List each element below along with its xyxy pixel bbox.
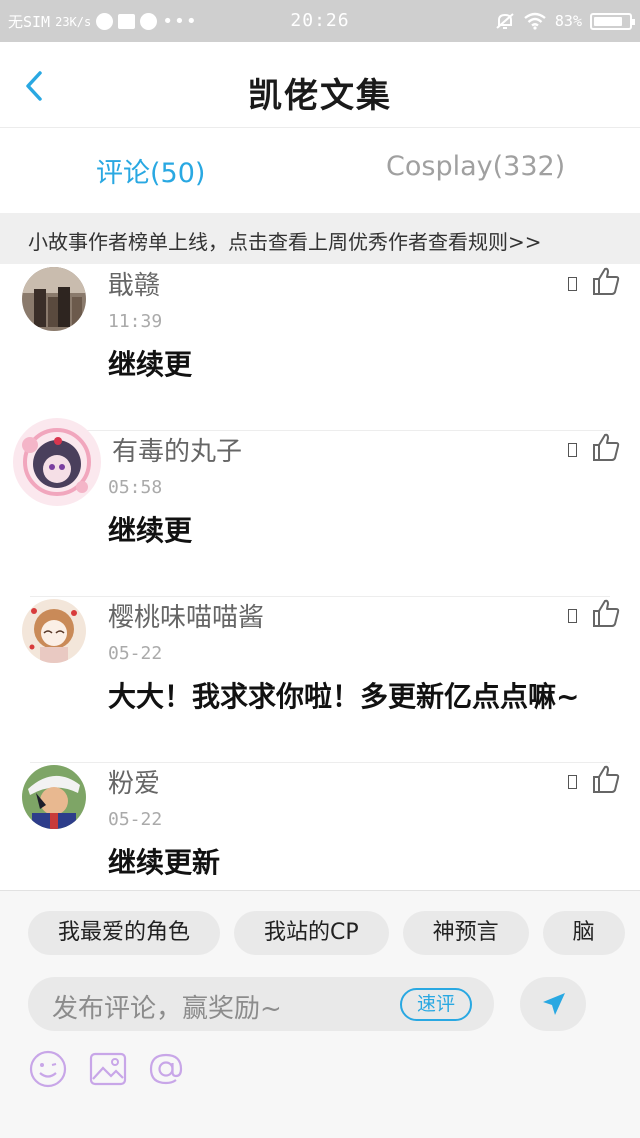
at-icon — [149, 1053, 183, 1085]
battery-percent: 83% — [554, 12, 582, 30]
wifi-icon — [524, 12, 546, 30]
avatar-image — [13, 418, 101, 506]
quick-topic-chips: 我最爱的角色 我站的CP 神预言脑 — [28, 911, 640, 955]
mute-icon — [496, 13, 514, 29]
like-count-placeholder — [568, 609, 577, 623]
like-button[interactable] — [590, 431, 622, 463]
comment-input-placeholder: 发布评论，赢奖励~ — [52, 994, 282, 1024]
comment-text: 大大！我求求你啦！多更新亿点点嘛~ — [108, 680, 580, 713]
tab-cosplay[interactable]: Cosplay(332) — [386, 151, 565, 182]
emoji-button[interactable] — [28, 1049, 68, 1089]
send-button[interactable] — [520, 977, 586, 1031]
like-button[interactable] — [590, 763, 622, 795]
comment-text: 继续更 — [108, 348, 193, 381]
comment-time: 05:58 — [108, 477, 163, 498]
like-count-placeholder — [568, 775, 577, 789]
quick-comment-button[interactable]: 速评 — [400, 988, 472, 1021]
avatar-image — [22, 267, 86, 331]
notice-rules-link[interactable]: 查看规则>> — [428, 230, 542, 254]
like-button[interactable] — [590, 265, 622, 297]
notice-banner[interactable]: 小故事作者榜单上线，点击查看上周优秀作者查看规则>> — [0, 213, 640, 264]
thumbs-up-icon — [593, 765, 620, 793]
battery-icon — [590, 12, 635, 30]
chip-more[interactable]: 脑 — [542, 911, 625, 955]
paper-plane-icon — [543, 993, 565, 1015]
like-count-placeholder — [568, 277, 577, 291]
like-count-placeholder — [568, 443, 577, 457]
thumbs-up-icon — [593, 599, 620, 627]
image-icon — [89, 1052, 127, 1086]
battery-fill — [594, 16, 623, 26]
avatar[interactable] — [22, 765, 86, 829]
comment-time: 11:39 — [108, 311, 163, 332]
comment-time: 05-22 — [108, 643, 163, 664]
comment-input[interactable]: 发布评论，赢奖励~ 速评 — [28, 977, 494, 1031]
image-button[interactable] — [88, 1049, 128, 1089]
tab-bar: 评论(50) Cosplay(332) — [0, 129, 640, 211]
comment-item: 有毒的丸子 05:58 继续更 — [0, 418, 640, 597]
comment-text: 继续更新 — [108, 846, 221, 879]
like-button[interactable] — [590, 597, 622, 629]
avatar[interactable] — [12, 417, 102, 507]
notice-text-wrap: 小故事作者榜单上线，点击查看上周优秀作者查看规则>> — [28, 226, 542, 255]
page-header: 凯佬文集 — [0, 42, 640, 128]
smiley-icon — [29, 1050, 67, 1088]
thumbs-up-icon — [593, 433, 620, 461]
status-bar: 无SIM 23K/s ••• 20:26 83% — [0, 0, 640, 42]
avatar[interactable] — [22, 599, 86, 663]
comment-composer: 我最爱的角色 我站的CP 神预言脑 发布评论，赢奖励~ 速评 — [0, 890, 640, 1138]
comment-item: 樱桃味喵喵酱 05-22 大大！我求求你啦！多更新亿点点嘛~ — [0, 597, 640, 763]
chip-favorite-character[interactable]: 我最爱的角色 — [28, 911, 221, 955]
avatar[interactable] — [22, 267, 86, 331]
comment-time: 05-22 — [108, 809, 163, 830]
mention-button[interactable] — [146, 1049, 186, 1089]
comment-username[interactable]: 戢赣 — [108, 265, 160, 302]
comment-username[interactable]: 樱桃味喵喵酱 — [108, 597, 264, 634]
avatar-image — [22, 599, 86, 663]
page-title: 凯佬文集 — [248, 76, 392, 116]
tab-comments[interactable]: 评论(50) — [96, 151, 205, 190]
comment-username[interactable]: 有毒的丸子 — [112, 431, 242, 468]
notice-text: 小故事作者榜单上线，点击查看上周优秀作者 — [28, 230, 428, 254]
comment-item: 戢赣 11:39 继续更 — [0, 265, 640, 431]
comment-username[interactable]: 粉爱 — [108, 763, 160, 800]
avatar-image — [22, 765, 86, 829]
chip-prophecy[interactable]: 神预言 — [402, 911, 529, 955]
thumbs-up-icon — [593, 267, 620, 295]
status-right: 83% — [495, 11, 635, 31]
comment-text: 继续更 — [108, 514, 193, 547]
chip-my-cp[interactable]: 我站的CP — [234, 911, 389, 955]
